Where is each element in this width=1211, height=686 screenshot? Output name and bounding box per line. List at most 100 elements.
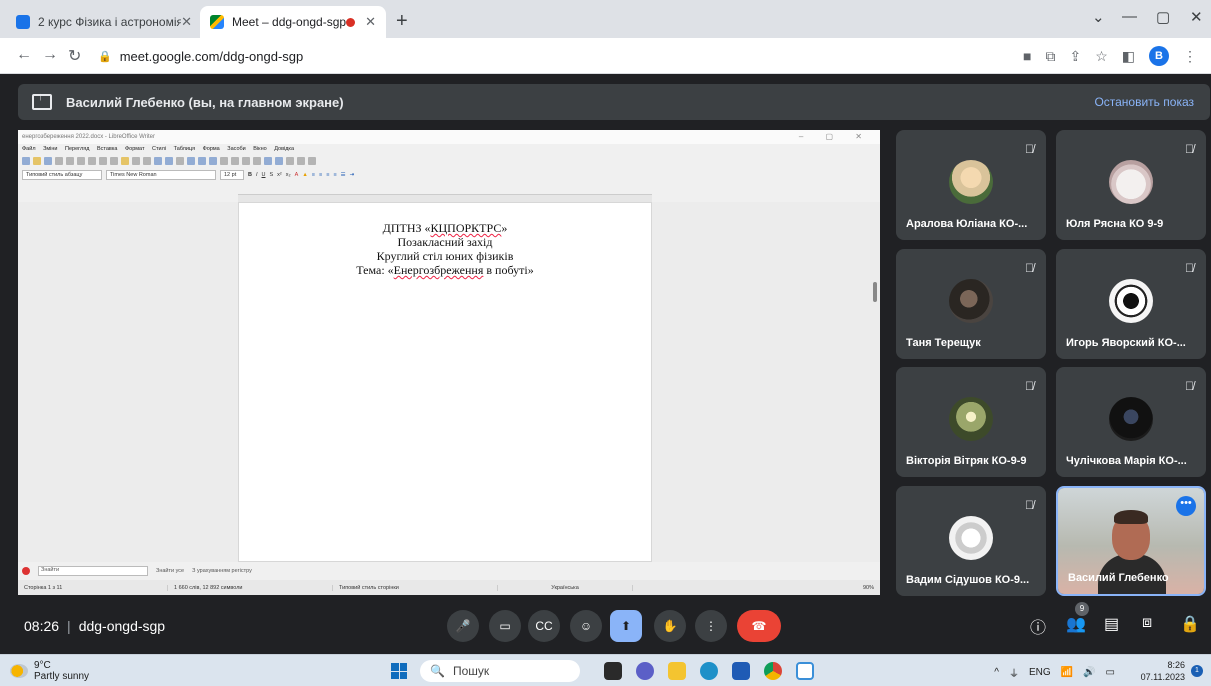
minimize-icon[interactable]: — [1122,8,1137,25]
camera-in-use-icon[interactable]: ■ [1023,48,1031,64]
battery-icon[interactable]: ▭ [1106,667,1115,678]
copy-icon [99,157,107,165]
restore-icon[interactable]: ▢ [1156,8,1170,26]
participant-tile[interactable]: 🎙̸ Вікторія Вітряк КО-9-9 [896,367,1046,477]
menu-item: Перегляд [65,146,90,152]
writer-app-icon[interactable] [796,662,814,680]
microphone-button[interactable]: 🎤 [447,610,479,642]
present-screen-icon [32,91,52,110]
edge-icon[interactable] [700,662,718,680]
bookmark-star-icon[interactable]: ☆ [1095,48,1108,65]
participant-tile[interactable]: 🎙̸ Игорь Яворский КО-... [1056,249,1206,359]
export-icon [55,157,63,165]
share-icon[interactable]: ⇪ [1069,48,1081,65]
leave-call-button[interactable]: ☎ [737,610,781,642]
notification-badge[interactable]: 1 [1191,665,1203,677]
present-now-button[interactable]: ⬆ [610,610,642,642]
open-icon [33,157,41,165]
doc-language: Українська [498,584,633,591]
menu-kebab-icon[interactable]: ⋮ [1183,48,1197,65]
participant-tile[interactable]: 🎙̸ Таня Терещук [896,249,1046,359]
file-explorer-icon[interactable] [668,662,686,680]
participant-tile[interactable]: 🎙̸ Чулічкова Марія КО-... [1056,367,1206,477]
document-page: ДПТНЗ «КЦПОРКТРС» Позакласний захід Круг… [238,202,652,562]
subscript-icon: x₂ [285,172,291,178]
writer-find-bar: Знайти Знайти усе З урахуванням регістру [18,564,880,578]
avatar [1109,160,1153,204]
save-icon [44,157,52,165]
chat-icon[interactable]: ▤ [1104,614,1119,634]
taskbar-clock[interactable]: 8:26 07.11.2023 [1141,659,1185,683]
menu-item: Довідка [274,146,295,152]
weather-widget[interactable]: 9°C Partly sunny [10,660,89,682]
side-panel-icon[interactable]: ◧ [1122,48,1135,65]
taskbar-search[interactable]: 🔍 Пошук [420,660,580,682]
reload-icon[interactable]: ↻ [68,46,81,66]
participant-name: Игорь Яворский КО-... [1066,337,1186,349]
store-icon[interactable] [732,662,750,680]
mic-muted-icon: 🎙̸ [1025,142,1034,156]
translate-icon[interactable]: ⧉ [1045,48,1055,65]
tab-search-icon[interactable]: ⌄ [1092,8,1105,26]
clone-icon [121,157,129,165]
writer-title-bar: енергозбереження 2022.docx - LibreOffice… [18,130,880,144]
participant-tile[interactable]: 🎙̸ Вадим Сідушов КО-9... [896,486,1046,596]
profile-avatar[interactable]: В [1149,46,1169,66]
doc-line: Круглий стіл юних фізиків [376,249,514,263]
more-options-button[interactable]: ⋮ [695,610,727,642]
forward-icon[interactable]: → [42,46,58,64]
people-icon[interactable]: 👥 [1066,614,1086,634]
font-color-icon: A [294,172,299,178]
close-tab-icon[interactable]: ✕ [365,14,376,30]
font-name-select: Times New Roman [106,170,216,180]
camera-button[interactable]: ▭ [489,610,521,642]
volume-icon[interactable]: 🔊 [1083,667,1095,678]
raise-hand-button[interactable]: ✋ [654,610,686,642]
more-options-icon[interactable]: ••• [1176,496,1196,516]
search-placeholder: Пошук [452,664,490,678]
writer-scrollbar [873,282,877,302]
wifi-icon[interactable]: 📶 [1061,667,1073,678]
task-view-icon[interactable] [604,662,622,680]
host-controls-icon[interactable]: 🔒 [1180,614,1200,634]
chat-app-icon[interactable] [636,662,654,680]
doc-line: Позакласний захід [397,235,493,249]
stop-presenting-button[interactable]: Остановить показ [1094,95,1194,109]
back-icon[interactable]: ← [16,46,32,64]
tray-overflow-icon[interactable]: ^ [994,667,999,678]
mic-muted-icon: 🎙̸ [1185,261,1194,275]
system-tray: ^ ⏚ ENG 📶 🔊 ▭ [994,665,1115,680]
menu-item: Засоби [227,146,246,152]
start-logo-square [391,671,399,679]
track-changes-icon [297,157,305,165]
highlight-icon: ▲ [302,172,308,178]
doc-org-name: КЦПОРКТРС [430,221,502,235]
writer-status-bar: Сторінка 1 з 11 1 660 слів, 12 892 симво… [18,580,880,595]
avatar [1109,279,1153,323]
url-field[interactable]: 🔒 meet.google.com/ddg-ongd-sgp [92,43,1022,69]
meeting-details-icon[interactable]: ⓘ [1030,614,1046,638]
chrome-icon[interactable] [764,662,782,680]
start-button[interactable] [391,663,407,679]
captions-button[interactable]: CC [528,610,560,642]
emoji-button[interactable]: ☺ [570,610,602,642]
avatar [949,397,993,441]
participant-tile[interactable]: 🎙̸ Аралова Юліана КО-... [896,130,1046,240]
image-icon [198,157,206,165]
chart-icon [209,157,217,165]
language-indicator[interactable]: ENG [1029,667,1051,678]
menu-item: Вставка [96,146,118,152]
self-view-tile[interactable]: ••• Василий Глебенко [1056,486,1206,596]
zoom-level: 90% [862,584,874,591]
participant-tile[interactable]: 🎙̸ Юля Рясна КО 9-9 [1056,130,1206,240]
close-window-icon[interactable]: ✕ [1190,8,1203,26]
close-tab-icon[interactable]: ✕ [181,14,192,30]
tab-classroom[interactable]: 2 курс Фізика і астрономія ✕ [6,6,202,38]
tab-meet[interactable]: Meet – ddg-ongd-sgp ✕ [200,6,386,38]
writer-window-controls: – ▢ ✕ [798,132,872,141]
paragraph-style-select: Типовий стиль абзацу [22,170,102,180]
new-tab-button[interactable]: + [396,10,408,33]
usb-icon[interactable]: ⏚ [1009,665,1019,680]
activities-icon[interactable]: ⧈ [1142,614,1152,632]
underline-icon: U [261,172,266,178]
